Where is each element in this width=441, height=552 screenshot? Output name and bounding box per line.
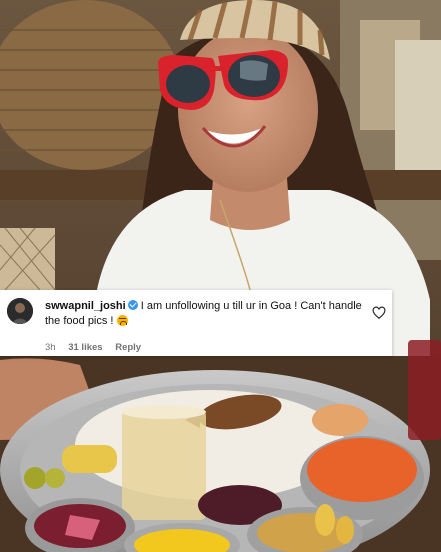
avatar-image	[7, 298, 33, 324]
comment-username[interactable]: swwapnil_joshi	[45, 300, 126, 312]
background-photo	[0, 0, 441, 552]
comment-card: swwapnil_joshi I am unfollowing u till u…	[0, 290, 392, 356]
heart-icon[interactable]	[372, 306, 386, 320]
comment-time: 3h	[45, 342, 56, 353]
comment-likes[interactable]: 31 likes	[68, 342, 102, 353]
comment-meta: 3h 31 likes Reply	[45, 342, 151, 353]
avatar[interactable]	[7, 298, 33, 324]
verified-badge-icon	[127, 300, 138, 310]
comment-body: swwapnil_joshi I am unfollowing u till u…	[45, 299, 365, 329]
reply-button[interactable]: Reply	[115, 342, 141, 353]
pleading-face-emoji-icon	[116, 315, 128, 326]
